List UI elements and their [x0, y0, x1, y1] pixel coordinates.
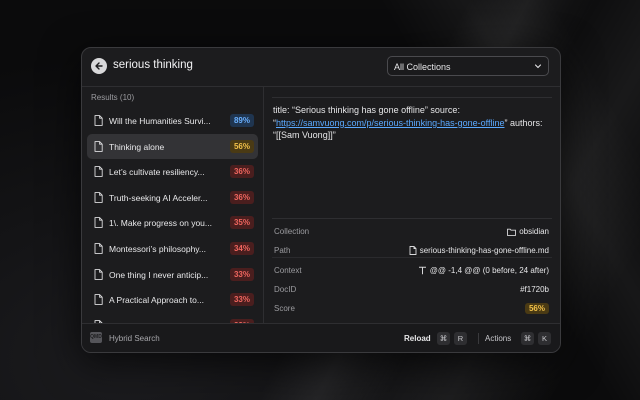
result-score-badge: 35% — [229, 216, 254, 230]
docid-label: DocID — [274, 285, 297, 294]
results-pane: Results (10) Will the Humanities Survi..… — [82, 87, 264, 323]
header: serious thinking All Collections — [82, 48, 560, 87]
result-title: A Practical Approach to... — [109, 295, 204, 306]
folder-icon — [507, 228, 517, 236]
docid-value: #f1720b — [520, 285, 549, 294]
file-icon — [94, 115, 103, 126]
source-link[interactable]: https://samvuong.com/p/serious-thinking-… — [276, 118, 504, 128]
result-title: Thinking alone — [109, 141, 165, 152]
chevron-down-icon — [534, 64, 542, 69]
result-score-badge: 89% — [229, 114, 254, 127]
context-value: @@ -1,4 @@ (0 before, 24 after) — [418, 266, 549, 275]
result-score-badge: 33% — [229, 293, 254, 307]
result-score-badge: 56% — [229, 139, 254, 153]
file-icon — [94, 294, 103, 306]
result-item[interactable]: Thinking alone 56% — [87, 133, 258, 160]
result-item[interactable]: Montessori’s philosophy... 34% — [87, 236, 258, 262]
result-item[interactable]: GUMPTIOUS YOUNGS...33% — [87, 313, 258, 323]
actions-shortcut-cmd: ⌘ — [521, 332, 534, 345]
result-title: Montessori’s philosophy... — [109, 243, 207, 254]
reload-button[interactable]: Reload — [404, 334, 431, 343]
file-icon — [94, 243, 103, 254]
back-button[interactable] — [91, 58, 107, 74]
file-icon — [94, 191, 103, 203]
result-score-badge: 33% — [229, 267, 254, 281]
file-icon — [94, 140, 103, 152]
search-query[interactable]: serious thinking — [113, 59, 193, 71]
results-list: Will the Humanities Survi... 89% Thinking … — [87, 108, 258, 323]
score-value: 56% — [524, 303, 549, 314]
search-mode-label: Hybrid Search — [109, 334, 160, 343]
result-item[interactable]: Will the Humanities Survi... 89% — [87, 108, 258, 134]
result-item[interactable]: One thing I never anticip... 33% — [87, 262, 258, 288]
detail-pane: title: “Serious thinking has gone offlin… — [264, 87, 560, 323]
text-icon — [418, 266, 426, 275]
arrow-left-icon — [95, 62, 103, 70]
collection-label: Collection — [274, 227, 310, 236]
file-icon — [94, 268, 103, 280]
divider — [272, 97, 552, 98]
file-icon — [94, 217, 103, 229]
path-value: serious-thinking-has-gone-offline.md — [409, 246, 549, 255]
result-score-badge: 34% — [229, 241, 254, 255]
collection-value: obsidian — [507, 227, 549, 236]
document-preview: title: “Serious thinking has gone offlin… — [273, 104, 549, 142]
result-item[interactable]: A Practical Approach to... 33% — [87, 287, 258, 313]
reload-shortcut-cmd: ⌘ — [437, 332, 450, 345]
file-icon — [409, 246, 417, 255]
actions-shortcut-key: K — [538, 332, 551, 345]
results-count-label: Results (10) — [91, 93, 135, 102]
collection-row: Collection obsidian — [272, 219, 552, 238]
context-row: Context @@ -1,4 @@ (0 before, 24 after) — [272, 258, 552, 277]
qmd-logo-icon: QMD — [90, 332, 102, 343]
footer-bar: QMD Hybrid Search Reload ⌘ R Actions ⌘ K — [82, 323, 560, 352]
collection-dropdown-label: All Collections — [394, 62, 451, 72]
path-label: Path — [274, 246, 291, 255]
result-title: 1\. Make progress on you... — [109, 218, 212, 229]
collection-dropdown[interactable]: All Collections — [387, 56, 549, 76]
reload-shortcut-key: R — [454, 332, 467, 345]
file-icon — [94, 166, 103, 178]
result-title: Will the Humanities Survi... — [109, 116, 211, 126]
metadata-table: Collection obsidian Path serious-thinkin… — [272, 218, 552, 315]
result-title: One thing I never anticip... — [109, 269, 209, 280]
result-item[interactable]: 1\. Make progress on you... 35% — [87, 210, 258, 236]
result-item[interactable]: Truth-seeking AI Acceler... 36% — [87, 185, 258, 211]
result-title: Let’s cultivate resiliency... — [109, 167, 205, 178]
score-label: Score — [274, 304, 295, 313]
result-title: Truth-seeking AI Acceler... — [109, 192, 208, 203]
footer-divider — [478, 333, 479, 344]
result-score-badge: 36% — [229, 165, 254, 179]
result-score-badge: 36% — [229, 190, 254, 204]
score-row: Score 56% — [272, 296, 552, 315]
docid-row: DocID #f1720b — [272, 277, 552, 296]
result-item[interactable]: Let’s cultivate resiliency... 36% — [87, 159, 258, 185]
path-row: Path serious-thinking-has-gone-offline.m… — [272, 238, 552, 258]
score-badge: 56% — [524, 303, 549, 314]
context-label: Context — [274, 266, 302, 275]
actions-button[interactable]: Actions — [485, 334, 511, 343]
search-window: serious thinking All Collections Results… — [81, 47, 561, 353]
